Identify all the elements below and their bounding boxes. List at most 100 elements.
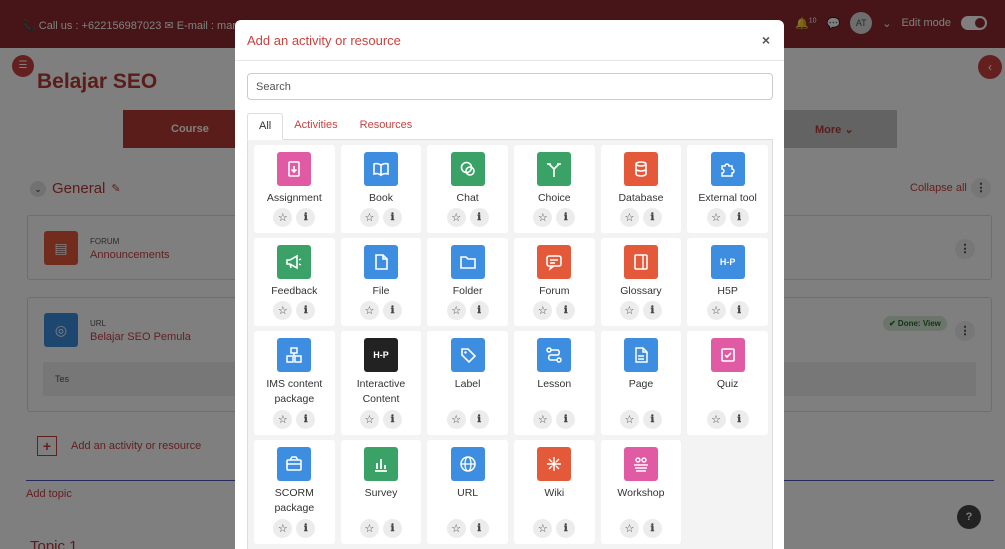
file-icon	[363, 245, 398, 279]
info-icon[interactable]: ℹ	[642, 410, 662, 429]
star-icon[interactable]: ☆	[446, 208, 466, 227]
info-icon[interactable]: ℹ	[729, 301, 749, 320]
star-icon[interactable]: ☆	[619, 410, 639, 429]
module-item-lesson[interactable]: Lesson ☆ ℹ	[513, 331, 595, 435]
module-item-choice[interactable]: Choice ☆ ℹ	[513, 145, 595, 233]
star-icon[interactable]: ☆	[273, 410, 293, 429]
module-label: File	[372, 285, 390, 297]
book-icon	[363, 152, 398, 186]
module-item-file[interactable]: File ☆ ℹ	[340, 238, 422, 326]
star-icon[interactable]: ☆	[619, 519, 639, 538]
module-actions: ☆ ℹ	[533, 301, 576, 320]
module-item-database[interactable]: Database ☆ ℹ	[600, 145, 682, 233]
info-icon[interactable]: ℹ	[382, 208, 402, 227]
info-icon[interactable]: ℹ	[642, 519, 662, 538]
module-label: Workshop	[617, 487, 665, 499]
star-icon[interactable]: ☆	[446, 301, 466, 320]
info-icon[interactable]: ℹ	[469, 208, 489, 227]
info-icon[interactable]: ℹ	[382, 301, 402, 320]
star-icon[interactable]: ☆	[533, 301, 553, 320]
module-item-label[interactable]: Label ☆ ℹ	[427, 331, 508, 435]
module-item-h5p[interactable]: H-P H5P ☆ ℹ	[687, 238, 768, 326]
modal-title: Add an activity or resource	[247, 33, 401, 48]
module-item-survey[interactable]: Survey ☆ ℹ	[340, 440, 422, 544]
info-icon[interactable]: ℹ	[296, 208, 316, 227]
lesson-icon	[537, 338, 572, 372]
scorm-icon	[277, 447, 312, 481]
tab-activities[interactable]: Activities	[283, 113, 348, 140]
star-icon[interactable]: ☆	[533, 208, 553, 227]
info-icon[interactable]: ℹ	[556, 519, 576, 538]
module-actions: ☆ ℹ	[359, 208, 402, 227]
star-icon[interactable]: ☆	[706, 410, 726, 429]
info-icon[interactable]: ℹ	[469, 410, 489, 429]
module-actions: ☆ ℹ	[706, 410, 749, 429]
module-label: Lesson	[537, 378, 572, 390]
module-item-scorm-package[interactable]: SCORM package ☆ ℹ	[254, 440, 335, 544]
info-icon[interactable]: ℹ	[729, 208, 749, 227]
info-icon[interactable]: ℹ	[556, 410, 576, 429]
module-item-url[interactable]: URL ☆ ℹ	[427, 440, 508, 544]
module-item-external-tool[interactable]: External tool ☆ ℹ	[687, 145, 768, 233]
module-actions: ☆ ℹ	[533, 410, 576, 429]
module-item-ims-content-package[interactable]: IMS content package ☆ ℹ	[254, 331, 335, 435]
info-icon[interactable]: ℹ	[382, 410, 402, 429]
star-icon[interactable]: ☆	[706, 301, 726, 320]
star-icon[interactable]: ☆	[619, 208, 639, 227]
module-label: Chat	[456, 192, 479, 204]
star-icon[interactable]: ☆	[359, 301, 379, 320]
star-icon[interactable]: ☆	[359, 519, 379, 538]
info-icon[interactable]: ℹ	[382, 519, 402, 538]
tab-all[interactable]: All	[247, 113, 284, 140]
module-item-workshop[interactable]: Workshop ☆ ℹ	[600, 440, 682, 544]
info-icon[interactable]: ℹ	[296, 301, 316, 320]
module-label: Interactive Content	[356, 378, 406, 405]
tab-resources[interactable]: Resources	[349, 113, 424, 140]
module-item-quiz[interactable]: Quiz ☆ ℹ	[687, 331, 768, 435]
info-icon[interactable]: ℹ	[556, 301, 576, 320]
info-icon[interactable]: ℹ	[642, 301, 662, 320]
info-icon[interactable]: ℹ	[642, 208, 662, 227]
module-actions: ☆ ℹ	[619, 519, 662, 538]
star-icon[interactable]: ☆	[446, 410, 466, 429]
module-item-book[interactable]: Book ☆ ℹ	[340, 145, 422, 233]
star-icon[interactable]: ☆	[446, 519, 466, 538]
module-item-assignment[interactable]: Assignment ☆ ℹ	[254, 145, 335, 233]
star-icon[interactable]: ☆	[706, 208, 726, 227]
module-item-glossary[interactable]: Glossary ☆ ℹ	[600, 238, 682, 326]
close-icon[interactable]: ×	[762, 32, 770, 48]
info-icon[interactable]: ℹ	[469, 301, 489, 320]
info-icon[interactable]: ℹ	[729, 410, 749, 429]
star-icon[interactable]: ☆	[359, 208, 379, 227]
chooser-grid-area: Assignment ☆ ℹ Book ☆ ℹ Chat ☆ ℹ Choice ☆ ℹ Database…	[247, 140, 773, 549]
info-icon[interactable]: ℹ	[556, 208, 576, 227]
module-item-chat[interactable]: Chat ☆ ℹ	[427, 145, 508, 233]
star-icon[interactable]: ☆	[533, 410, 553, 429]
module-item-interactive-content[interactable]: H-P Interactive Content ☆ ℹ	[340, 331, 422, 435]
search-input[interactable]	[247, 73, 773, 100]
module-item-page[interactable]: Page ☆ ℹ	[600, 331, 682, 435]
info-icon[interactable]: ℹ	[296, 410, 316, 429]
star-icon[interactable]: ☆	[533, 519, 553, 538]
module-actions: ☆ ℹ	[273, 301, 316, 320]
star-icon[interactable]: ☆	[273, 519, 293, 538]
info-icon[interactable]: ℹ	[469, 519, 489, 538]
ims-package-icon	[277, 338, 312, 372]
module-grid: Assignment ☆ ℹ Book ☆ ℹ Chat ☆ ℹ Choice ☆ ℹ Database…	[254, 145, 770, 544]
database-icon	[623, 152, 658, 186]
module-actions: ☆ ℹ	[359, 410, 402, 429]
module-label: H5P	[717, 285, 738, 297]
module-label: External tool	[698, 192, 757, 204]
module-item-folder[interactable]: Folder ☆ ℹ	[427, 238, 508, 326]
star-icon[interactable]: ☆	[359, 410, 379, 429]
star-icon[interactable]: ☆	[273, 301, 293, 320]
star-icon[interactable]: ☆	[619, 301, 639, 320]
choice-icon	[537, 152, 572, 186]
module-actions: ☆ ℹ	[619, 208, 662, 227]
module-label: SCORM package	[274, 487, 315, 514]
star-icon[interactable]: ☆	[273, 208, 293, 227]
module-item-forum[interactable]: Forum ☆ ℹ	[513, 238, 595, 326]
module-item-wiki[interactable]: Wiki ☆ ℹ	[513, 440, 595, 544]
module-item-feedback[interactable]: Feedback ☆ ℹ	[254, 238, 335, 326]
info-icon[interactable]: ℹ	[296, 519, 316, 538]
